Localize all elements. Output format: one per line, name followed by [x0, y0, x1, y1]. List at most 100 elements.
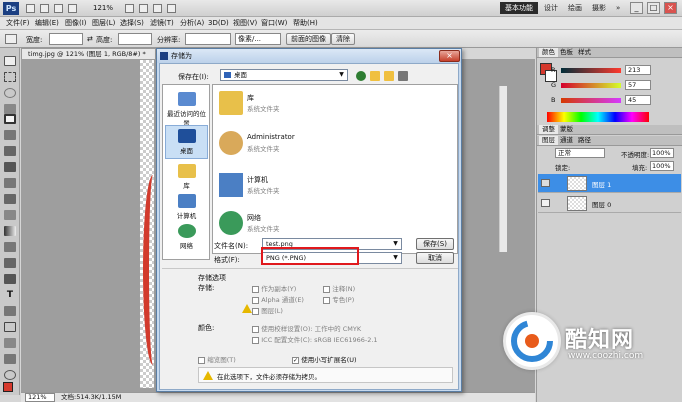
mini-bridge-icon[interactable] [40, 4, 49, 13]
hand-tool-icon[interactable] [125, 4, 134, 13]
menu-filter[interactable]: 滤镜(T) [147, 18, 177, 29]
option-icc-profile[interactable]: ICC 配置文件(C): sRGB IEC61966-2.1 [252, 334, 378, 344]
close-icon[interactable]: × [664, 2, 677, 14]
workspace-essentials[interactable]: 基本功能 [500, 2, 538, 14]
dialog-close-icon[interactable]: × [439, 50, 460, 62]
tab-adjustments[interactable]: 调整 [539, 125, 558, 134]
resolution-unit-select[interactable]: 像素/... [235, 33, 281, 45]
opacity-input[interactable]: 100% [650, 148, 674, 158]
place-desktop[interactable]: 桌面 [165, 125, 208, 159]
extras-icon[interactable] [54, 4, 63, 13]
menu-3d[interactable]: 3D(D) [205, 18, 232, 29]
fill-input[interactable]: 100% [650, 161, 674, 171]
lasso-tool-icon[interactable] [4, 88, 16, 98]
view-menu-icon[interactable] [398, 71, 408, 81]
menu-help[interactable]: 帮助(H) [290, 18, 321, 29]
height-input[interactable] [118, 33, 152, 45]
shape-tool-icon[interactable] [4, 322, 16, 332]
gradient-tool-icon[interactable] [4, 226, 16, 236]
option-thumbnail[interactable]: 缩览图(T) [198, 354, 236, 364]
dodge-tool-icon[interactable] [4, 258, 16, 268]
menu-image[interactable]: 图像(I) [62, 18, 90, 29]
foreground-color-swatch[interactable] [3, 382, 13, 392]
list-item[interactable]: 网络 系统文件夹 [217, 209, 417, 241]
crop-tool-icon[interactable] [4, 114, 16, 124]
green-value[interactable]: 57 [625, 80, 651, 90]
menu-file[interactable]: 文件(F) [3, 18, 33, 29]
new-folder-icon[interactable] [384, 71, 394, 81]
save-in-select[interactable]: 桌面 ▼ [220, 69, 348, 81]
zoom-tool-icon-2[interactable] [4, 370, 16, 380]
file-list-scrollbar[interactable] [499, 86, 507, 252]
option-layers[interactable]: 图层(L) [252, 305, 283, 315]
minimize-icon[interactable]: _ [630, 2, 643, 14]
layer-row-1[interactable]: 图层 1 [538, 174, 681, 193]
type-tool-icon[interactable]: T [4, 290, 16, 300]
rotate-view-icon[interactable] [139, 4, 148, 13]
eyedropper-tool-icon[interactable] [4, 130, 16, 140]
tab-masks[interactable]: 蒙版 [557, 125, 576, 134]
clear-button[interactable]: 清除 [331, 33, 355, 45]
maximize-icon[interactable]: □ [647, 2, 660, 14]
hand-tool-icon-2[interactable] [4, 354, 16, 364]
marquee-tool-icon[interactable] [4, 72, 16, 82]
blue-value[interactable]: 45 [625, 95, 651, 105]
swap-icon[interactable]: ⇄ [87, 35, 93, 43]
workspace-more[interactable]: » [611, 2, 625, 14]
visibility-eye-icon[interactable] [541, 179, 550, 187]
option-notes[interactable]: 注释(N) [323, 283, 355, 293]
tab-styles[interactable]: 样式 [575, 48, 594, 57]
eraser-tool-icon[interactable] [4, 210, 16, 220]
front-image-button[interactable]: 前面的图像 [286, 33, 331, 45]
menu-analysis[interactable]: 分析(A) [177, 18, 207, 29]
red-value[interactable]: 213 [625, 65, 651, 75]
place-computer[interactable]: 计算机 [165, 191, 208, 225]
list-item[interactable]: 计算机 系统文件夹 [217, 171, 417, 203]
healing-brush-tool-icon[interactable] [4, 146, 16, 156]
tab-paths[interactable]: 路径 [575, 136, 594, 145]
document-tab[interactable]: timg.jpg @ 121% (图层 1, RGB/8#) * [21, 48, 156, 59]
menu-layer[interactable]: 图层(L) [89, 18, 118, 29]
zoom-level[interactable]: 121% [93, 4, 113, 12]
pen-tool-icon[interactable] [4, 274, 16, 284]
history-brush-tool-icon[interactable] [4, 194, 16, 204]
tab-layers[interactable]: 图层 [539, 136, 558, 145]
option-as-copy[interactable]: 作为副本(Y) [252, 283, 296, 293]
bridge-icon[interactable] [26, 4, 35, 13]
option-proof-setup[interactable]: 使用校样设置(O): 工作中的 CMYK [252, 323, 361, 333]
quick-select-tool-icon[interactable] [4, 104, 16, 114]
color-spectrum[interactable] [547, 112, 649, 122]
blur-tool-icon[interactable] [4, 242, 16, 252]
save-button[interactable]: 保存(S) [416, 238, 454, 250]
resolution-input[interactable] [185, 33, 231, 45]
tab-color[interactable]: 颜色 [539, 48, 558, 57]
workspace-painting[interactable]: 绘画 [563, 2, 587, 14]
brush-tool-icon[interactable] [4, 162, 16, 172]
option-alpha-channels[interactable]: Alpha 通道(E) [252, 294, 304, 304]
3d-rotate-tool-icon[interactable] [4, 338, 16, 348]
visibility-toggle-icon[interactable] [541, 199, 550, 207]
workspace-design[interactable]: 设计 [539, 2, 563, 14]
crop-tool-preset-icon[interactable] [5, 34, 17, 44]
list-item[interactable]: Administrator 系统文件夹 [217, 129, 417, 161]
screen-mode-icon[interactable] [167, 4, 176, 13]
menu-edit[interactable]: 编辑(E) [32, 18, 62, 29]
tab-channels[interactable]: 通道 [557, 136, 576, 145]
clone-stamp-tool-icon[interactable] [4, 178, 16, 188]
place-network[interactable]: 网络 [165, 221, 208, 255]
menu-window[interactable]: 窗口(W) [258, 18, 290, 29]
cancel-button[interactable]: 取消 [416, 252, 454, 264]
up-folder-icon[interactable] [370, 71, 380, 81]
list-item[interactable]: 库 系统文件夹 [217, 89, 417, 121]
path-select-tool-icon[interactable] [4, 306, 16, 316]
width-input[interactable] [49, 33, 83, 45]
layer-row-0[interactable]: 图层 0 [538, 194, 681, 213]
blend-mode-select[interactable]: 正常 [555, 148, 605, 158]
option-spot-colors[interactable]: 专色(P) [323, 294, 354, 304]
option-lowercase-extension[interactable]: ✓ 使用小写扩展名(U) [292, 354, 357, 364]
place-libraries[interactable]: 库 [165, 161, 208, 195]
workspace-photography[interactable]: 摄影 [587, 2, 611, 14]
tab-swatches[interactable]: 色板 [557, 48, 576, 57]
zoom-tool-icon[interactable] [68, 4, 77, 13]
back-icon[interactable] [356, 71, 366, 81]
